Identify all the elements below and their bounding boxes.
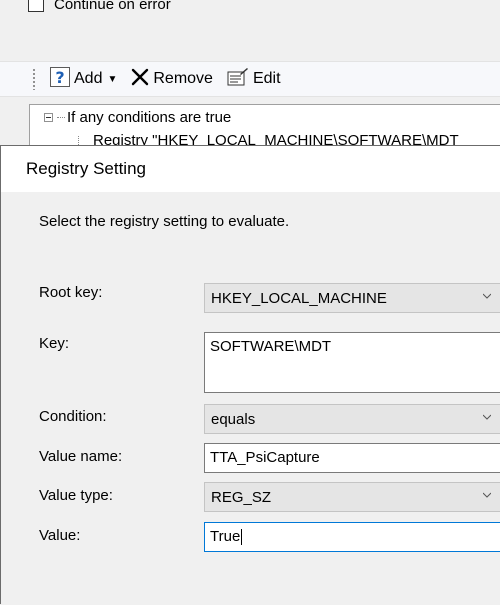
value-value: True xyxy=(210,528,241,545)
help-add-icon: ? xyxy=(50,67,70,91)
chevron-down-icon xyxy=(483,492,491,498)
value-type-select[interactable]: REG_SZ xyxy=(204,482,500,512)
dialog-content: Select the registry setting to evaluate.… xyxy=(1,192,500,605)
value-label: Value: xyxy=(39,527,81,544)
key-field[interactable]: SOFTWARE\MDT xyxy=(204,332,500,393)
condition-value: equals xyxy=(211,410,256,428)
collapse-icon[interactable] xyxy=(44,113,53,122)
chevron-down-icon xyxy=(483,293,491,299)
root-key-label: Root key: xyxy=(39,284,103,301)
add-button[interactable]: ? Add ▼ xyxy=(46,65,121,93)
value-field[interactable]: True xyxy=(204,522,500,552)
value-type-value: REG_SZ xyxy=(211,488,272,506)
edit-label: Edit xyxy=(252,70,281,87)
continue-on-error-row[interactable]: Continue on error xyxy=(28,0,171,14)
dialog-titlebar[interactable]: Registry Setting xyxy=(1,146,500,192)
toolbar-grip[interactable] xyxy=(32,68,36,90)
value-name-field[interactable]: TTA_PsiCapture xyxy=(204,443,500,473)
value-name-label: Value name: xyxy=(39,448,123,465)
remove-label: Remove xyxy=(153,70,213,87)
edit-button[interactable]: Edit xyxy=(223,65,285,93)
dropdown-caret-icon: ▼ xyxy=(107,73,118,85)
value-name-value: TTA_PsiCapture xyxy=(210,449,320,466)
registry-setting-dialog: Registry Setting Select the registry set… xyxy=(0,145,500,605)
root-key-select[interactable]: HKEY_LOCAL_MACHINE xyxy=(204,283,500,313)
key-label: Key: xyxy=(39,335,70,352)
text-cursor xyxy=(241,529,243,545)
tree-item-root[interactable]: If any conditions are true xyxy=(44,109,231,126)
add-label: Add xyxy=(74,70,103,87)
condition-label: Condition: xyxy=(39,408,107,425)
chevron-down-icon xyxy=(483,414,491,420)
key-value: SOFTWARE\MDT xyxy=(210,338,332,355)
svg-text:?: ? xyxy=(55,68,64,87)
instruction-text: Select the registry setting to evaluate. xyxy=(39,213,290,230)
root-key-value: HKEY_LOCAL_MACHINE xyxy=(211,289,387,307)
condition-select[interactable]: equals xyxy=(204,404,500,434)
continue-on-error-label: Continue on error xyxy=(54,0,171,13)
value-type-label: Value type: xyxy=(39,487,113,504)
tree-root-label: If any conditions are true xyxy=(67,109,232,126)
conditions-toolbar: ? Add ▼ Remove Edit xyxy=(0,61,500,97)
remove-x-icon xyxy=(131,68,149,90)
dialog-title: Registry Setting xyxy=(26,159,146,178)
continue-on-error-checkbox[interactable] xyxy=(28,0,44,12)
edit-properties-icon xyxy=(227,67,249,91)
remove-button[interactable]: Remove xyxy=(127,65,217,93)
tree-connector xyxy=(57,117,65,118)
